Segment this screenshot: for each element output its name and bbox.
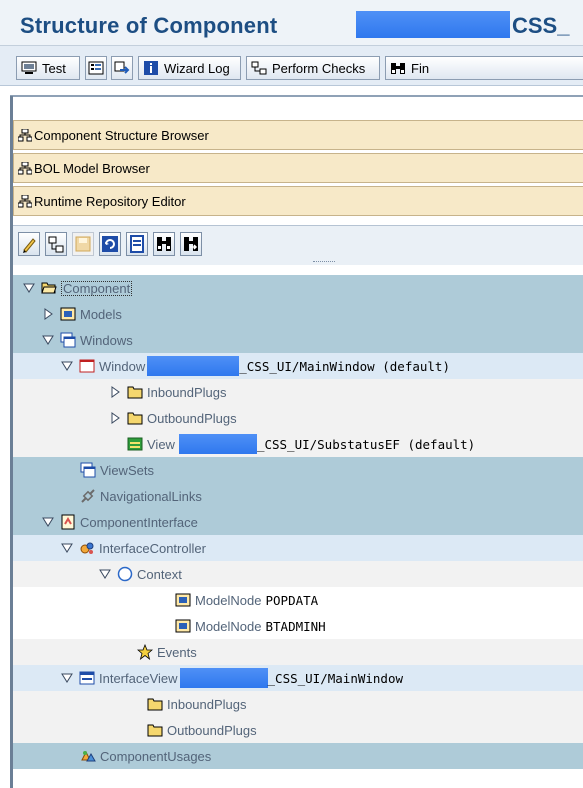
redaction-block [178, 434, 257, 454]
title-bar: Structure of Component CSS_ [0, 0, 583, 46]
find-next-icon [184, 237, 198, 251]
tree-node-model-node-popdata[interactable]: ModelNode POPDATA [13, 587, 583, 613]
navigate-icon [114, 61, 130, 75]
tree-node-interface-controller[interactable]: InterfaceController [13, 535, 583, 561]
list-icon [88, 61, 104, 75]
check-hierarchy-icon [251, 61, 267, 75]
collapsed-triangle-icon[interactable] [42, 308, 54, 320]
wizard-log-button[interactable]: Wizard Log [138, 56, 241, 80]
page-title-suffix: CSS_ [512, 13, 570, 38]
expanded-triangle-icon[interactable] [61, 672, 73, 684]
find-tree-button[interactable] [153, 232, 175, 256]
binoculars-icon [157, 237, 171, 251]
hierarchy-icon [17, 161, 33, 175]
pencil-icon [23, 238, 36, 253]
test-icon [21, 61, 37, 75]
refresh-icon [102, 236, 118, 252]
tree-node-iv-outbound-plugs[interactable]: OutboundPlugs [13, 717, 583, 743]
tree-node-component-usages[interactable]: ComponentUsages [13, 743, 583, 769]
expanded-triangle-icon[interactable] [61, 360, 73, 372]
splitter-grip[interactable] [313, 261, 335, 264]
work-area-top-border [10, 95, 583, 97]
tree-node-main-window[interactable]: Window _CSS_UI/MainWindow (default) [13, 353, 583, 379]
expanded-triangle-icon[interactable] [61, 542, 73, 554]
documentation-button[interactable] [126, 232, 148, 256]
tree-toolbar [13, 225, 583, 265]
check-hierarchy-icon [48, 236, 64, 253]
folder-icon [127, 384, 143, 400]
tree-node-iv-inbound-plugs[interactable]: InboundPlugs [13, 691, 583, 717]
refresh-button[interactable] [99, 232, 121, 256]
open-folder-icon [41, 280, 57, 296]
model-node-icon [175, 618, 191, 634]
page-title: Structure of Component [20, 13, 278, 38]
hierarchy-icon [17, 194, 33, 208]
window-icon [79, 358, 95, 374]
context-circle-icon [117, 566, 133, 582]
tree-node-interface-view[interactable]: InterfaceView _CSS_UI/MainWindow [13, 665, 583, 691]
controller-icon [79, 540, 95, 556]
component-usages-icon [80, 748, 96, 764]
tree-node-viewsets[interactable]: ViewSets [13, 457, 583, 483]
collapsed-triangle-icon[interactable] [109, 412, 121, 424]
edit-button[interactable] [18, 232, 40, 256]
tree-node-model-node-btadminh[interactable]: ModelNode BTADMINH [13, 613, 583, 639]
redaction-block [147, 356, 240, 376]
folder-icon [127, 410, 143, 426]
tree-node-component-interface[interactable]: ComponentInterface [13, 509, 583, 535]
display-object-list-button[interactable] [85, 56, 107, 80]
find-next-button[interactable] [180, 232, 202, 256]
hierarchy-icon [17, 128, 33, 142]
tree-node-navigational-links[interactable]: NavigationalLinks [13, 483, 583, 509]
expanded-triangle-icon[interactable] [42, 516, 54, 528]
document-icon [130, 235, 144, 253]
tray-bol-model-browser[interactable]: BOL Model Browser [13, 153, 583, 183]
component-structure-tree: Component Models Windows Window _CSS_UI/… [13, 275, 583, 788]
tree-node-context[interactable]: Context [13, 561, 583, 587]
tray-runtime-repository-editor[interactable]: Runtime Repository Editor [13, 186, 583, 216]
save-button[interactable] [72, 232, 94, 256]
interface-view-icon [79, 670, 95, 686]
folder-icon [147, 696, 163, 712]
collapsed-triangle-icon[interactable] [109, 386, 121, 398]
save-icon [75, 236, 91, 252]
tree-node-component[interactable]: Component [13, 275, 583, 301]
info-icon [143, 61, 159, 75]
link-chain-icon [80, 488, 96, 504]
tree-node-window-inbound-plugs[interactable]: InboundPlugs [13, 379, 583, 405]
folder-icon [147, 722, 163, 738]
model-icon [60, 306, 76, 322]
hierarchy-check-button[interactable] [45, 232, 67, 256]
viewsets-icon [80, 462, 96, 478]
tree-node-window-outbound-plugs[interactable]: OutboundPlugs [13, 405, 583, 431]
tree-node-events[interactable]: Events [13, 639, 583, 665]
expanded-triangle-icon[interactable] [42, 334, 54, 346]
star-icon [136, 643, 154, 661]
tree-node-windows[interactable]: Windows [13, 327, 583, 353]
perform-checks-button[interactable]: Perform Checks [246, 56, 380, 80]
tray-component-structure-browser[interactable]: Component Structure Browser [13, 120, 583, 150]
expanded-triangle-icon[interactable] [23, 282, 35, 294]
redaction-block [356, 11, 510, 38]
tree-node-models[interactable]: Models [13, 301, 583, 327]
expanded-triangle-icon[interactable] [99, 568, 111, 580]
binoculars-icon [390, 61, 406, 75]
view-icon [127, 436, 143, 452]
tree-node-view-substatus[interactable]: View _CSS_UI/SubstatusEF (default) [13, 431, 583, 457]
model-node-icon [175, 592, 191, 608]
application-toolbar: Test Wizard Log Perform Checks Fin [0, 46, 583, 86]
test-button[interactable]: Test [16, 56, 80, 80]
component-interface-icon [60, 514, 76, 530]
windows-icon [60, 332, 76, 348]
redaction-block [179, 668, 268, 688]
find-button[interactable]: Fin [385, 56, 583, 80]
navigate-button[interactable] [111, 56, 133, 80]
